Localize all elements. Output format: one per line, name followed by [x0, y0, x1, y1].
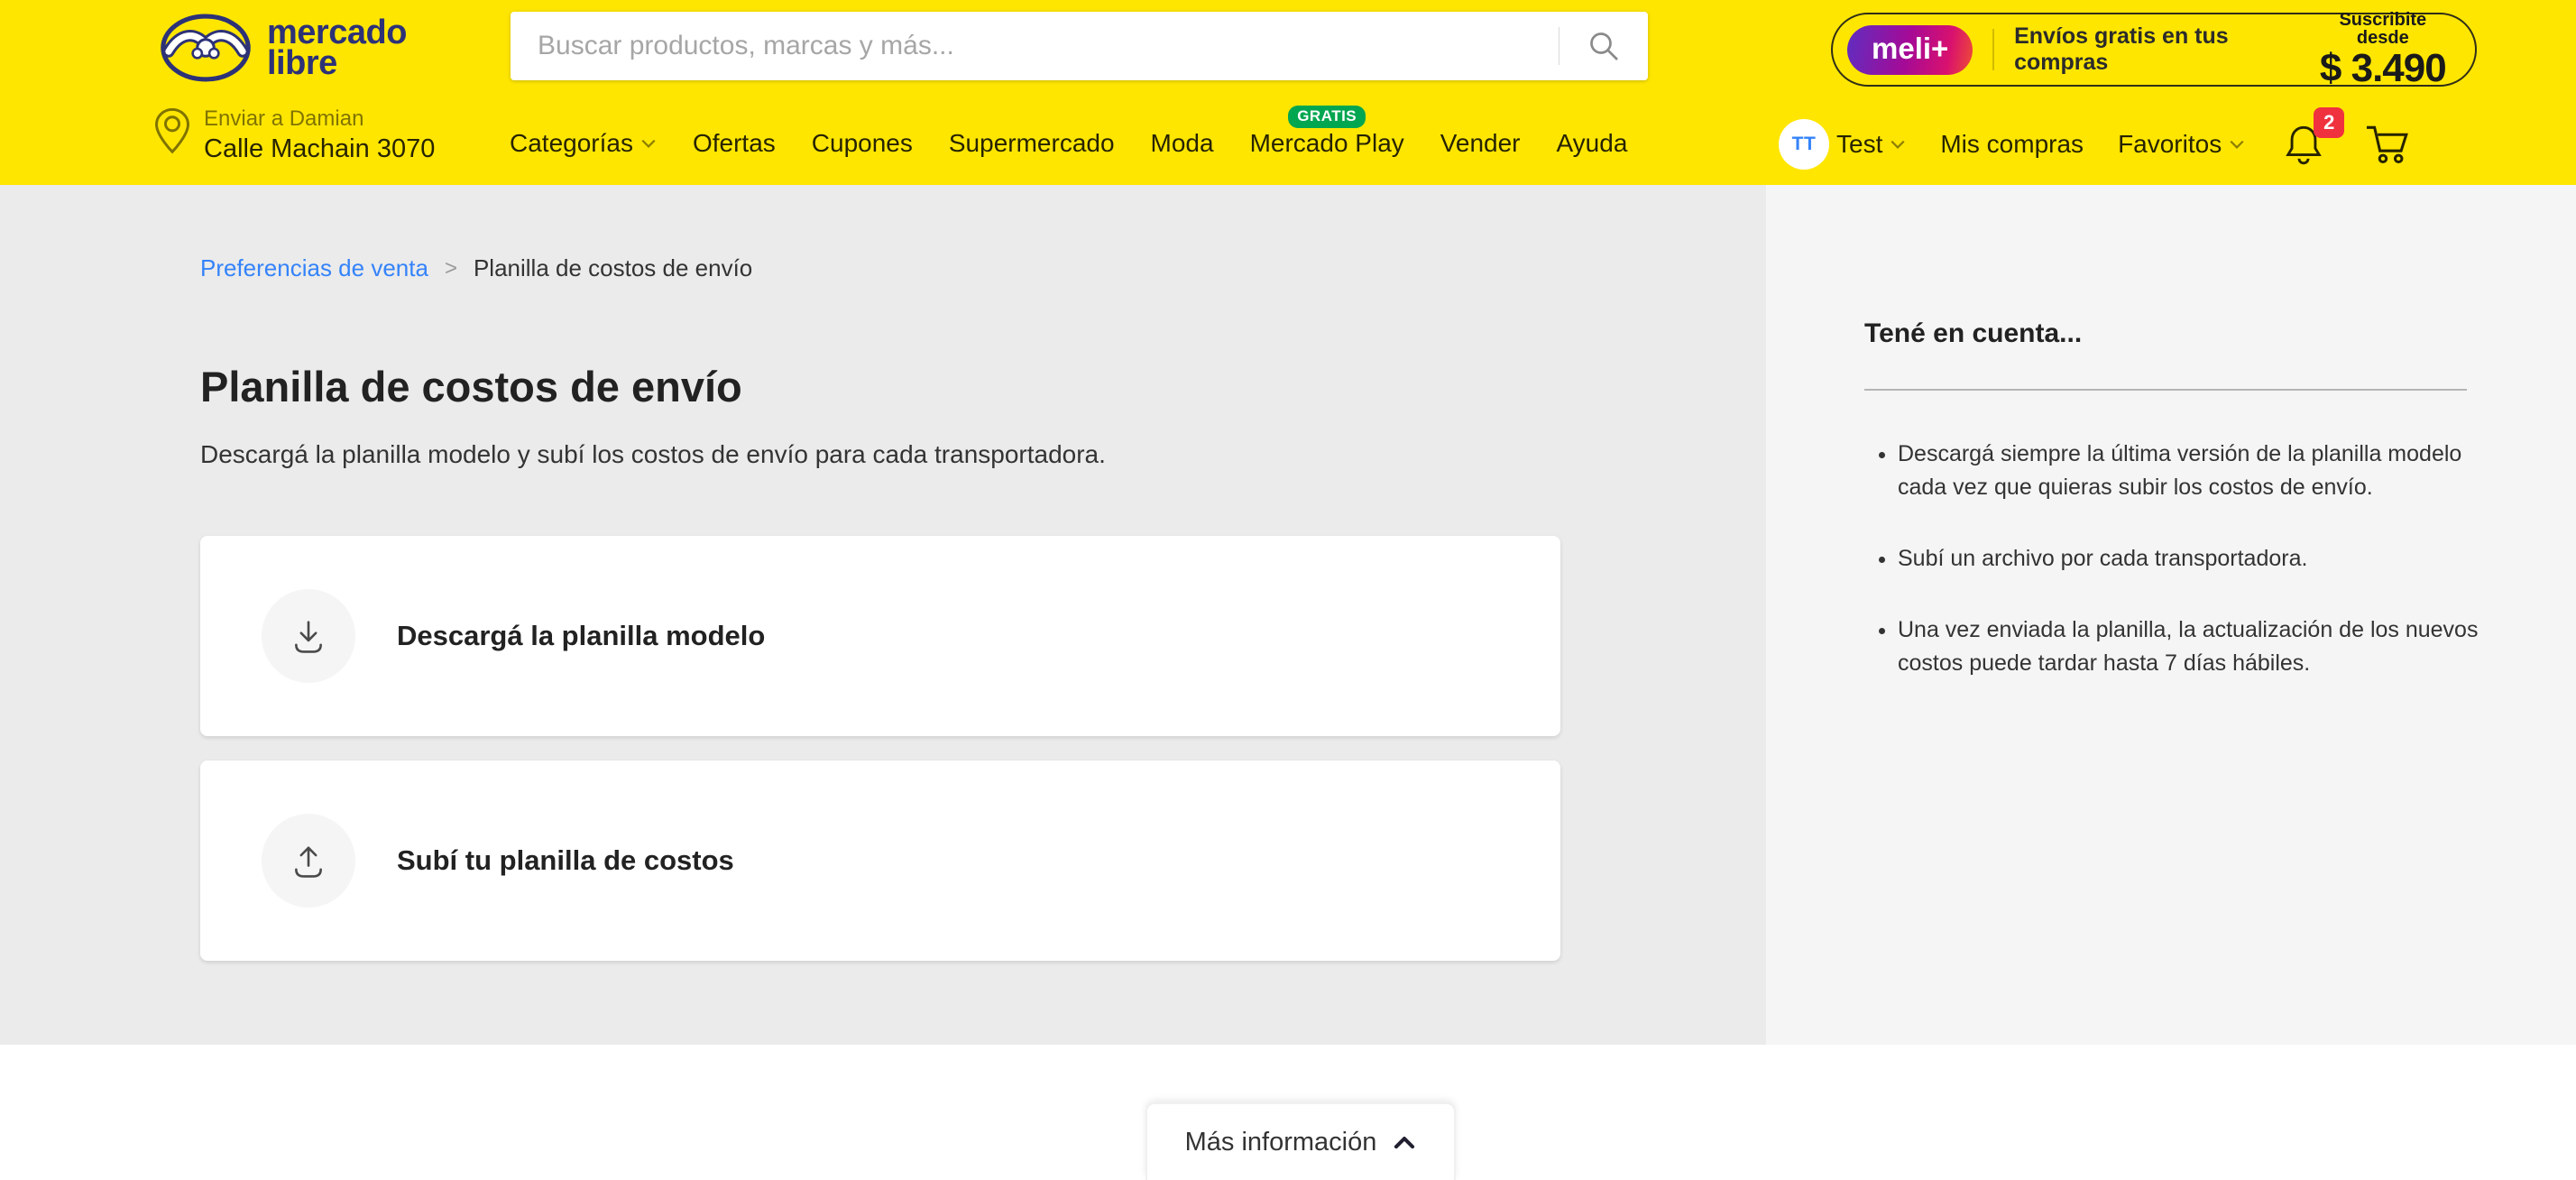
- upload-spreadsheet-card[interactable]: Subí tu planilla de costos: [200, 761, 1560, 961]
- breadcrumb-link-preferencias[interactable]: Preferencias de venta: [200, 254, 428, 282]
- sidebar-title: Tené en cuenta...: [1864, 318, 2082, 349]
- banner-cta-small: Suscribite desde: [2318, 11, 2448, 47]
- meli-plus-banner[interactable]: meli+ Envíos gratis en tus compras Suscr…: [1831, 13, 2477, 87]
- icon-circle: [262, 589, 355, 683]
- logo-wordmark: mercado libre: [267, 17, 407, 78]
- upload-icon: [287, 839, 330, 882]
- page-subtitle: Descargá la planilla modelo y subí los c…: [200, 440, 1106, 469]
- banner-text: Envíos gratis en tus compras: [2014, 23, 2298, 76]
- header: mercado libre meli+ Envíos gratis en tus…: [0, 0, 2576, 185]
- chevron-down-icon: [2229, 138, 2245, 151]
- breadcrumb-current: Planilla de costos de envío: [474, 254, 752, 282]
- nav-item-categorias[interactable]: Categorías: [510, 129, 657, 158]
- notifications-button[interactable]: 2: [2283, 122, 2324, 167]
- nav-item-moda[interactable]: Moda: [1151, 129, 1214, 158]
- download-template-card[interactable]: Descargá la planilla modelo: [200, 536, 1560, 736]
- icon-circle: [262, 814, 355, 908]
- chevron-down-icon: [640, 137, 657, 150]
- sidebar-divider: [1864, 389, 2467, 391]
- chevron-down-icon: [1890, 138, 1906, 151]
- banner-price: $ 3.490: [2318, 49, 2448, 88]
- sidebar-bullet-list: Descargá siempre la última versión de la…: [1876, 438, 2489, 718]
- sidebar-bullet: Una vez enviada la planilla, la actualiz…: [1898, 613, 2489, 680]
- card-label: Descargá la planilla modelo: [397, 620, 765, 652]
- location-label: Enviar a Damian: [204, 106, 435, 132]
- cart-button[interactable]: [2364, 124, 2411, 165]
- chevron-up-icon: [1393, 1134, 1416, 1150]
- nav-item-supermercado[interactable]: Supermercado: [949, 129, 1115, 158]
- sidebar-bullet: Descargá siempre la última versión de la…: [1898, 438, 2489, 504]
- mercadolibre-logo[interactable]: mercado libre: [159, 13, 407, 83]
- card-label: Subí tu planilla de costos: [397, 844, 734, 877]
- banner-divider: [1992, 29, 1994, 70]
- user-name: Test: [1836, 130, 1882, 159]
- main-content: Preferencias de venta > Planilla de cost…: [0, 185, 1766, 1045]
- main-navigation: Categorías Ofertas Cupones Supermercado …: [510, 129, 1627, 158]
- download-icon: [287, 614, 330, 658]
- location-pin-icon: [153, 105, 191, 157]
- search-input[interactable]: [511, 31, 1559, 61]
- cart-icon: [2364, 124, 2411, 165]
- handshake-logo-icon: [159, 13, 253, 83]
- my-purchases-link[interactable]: Mis compras: [1940, 130, 2084, 159]
- search-bar: [511, 12, 1648, 80]
- meli-plus-badge: meli+: [1847, 25, 1973, 75]
- nav-item-mercado-play[interactable]: GRATIS Mercado Play: [1250, 129, 1404, 158]
- gratis-badge: GRATIS: [1288, 106, 1366, 128]
- tips-sidebar: Tené en cuenta... Descargá siempre la úl…: [1766, 185, 2576, 1045]
- nav-item-ayuda[interactable]: Ayuda: [1557, 129, 1628, 158]
- nav-item-cupones[interactable]: Cupones: [812, 129, 913, 158]
- breadcrumb-separator: >: [445, 256, 457, 281]
- search-icon: [1587, 30, 1620, 62]
- favorites-menu[interactable]: Favoritos: [2118, 130, 2245, 159]
- banner-price-block: Suscribite desde $ 3.490: [2318, 11, 2453, 88]
- nav-item-vender[interactable]: Vender: [1440, 129, 1521, 158]
- location-address: Calle Machain 3070: [204, 134, 435, 164]
- sidebar-bullet: Subí un archivo por cada transportadora.: [1898, 542, 2489, 576]
- shipping-location[interactable]: Enviar a Damian Calle Machain 3070: [153, 105, 435, 164]
- search-button[interactable]: [1559, 12, 1648, 80]
- footer: Más información: [0, 1045, 2576, 1162]
- user-menu[interactable]: TT Test: [1779, 119, 1906, 170]
- more-info-label: Más información: [1185, 1128, 1377, 1157]
- user-navigation: TT Test Mis compras Favoritos 2: [1779, 119, 2411, 170]
- nav-item-ofertas[interactable]: Ofertas: [693, 129, 776, 158]
- notification-count-badge: 2: [2314, 107, 2344, 138]
- page-title: Planilla de costos de envío: [200, 362, 742, 411]
- breadcrumb: Preferencias de venta > Planilla de cost…: [200, 254, 752, 282]
- more-info-button[interactable]: Más información: [1145, 1102, 1456, 1180]
- avatar: TT: [1779, 119, 1829, 170]
